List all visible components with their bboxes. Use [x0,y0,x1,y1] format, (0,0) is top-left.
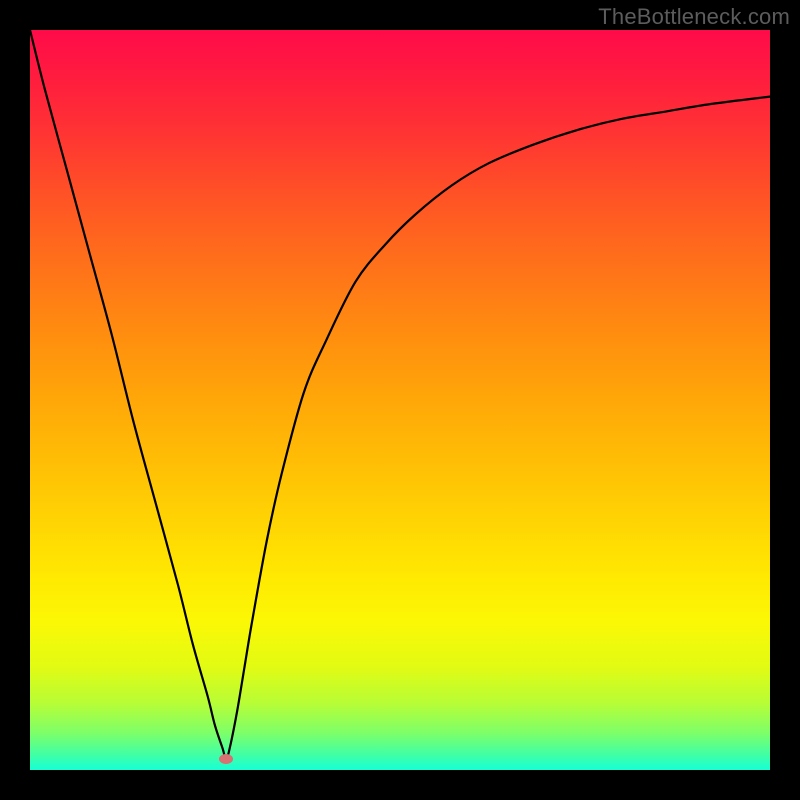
curve-svg [30,30,770,770]
watermark-text: TheBottleneck.com [598,4,790,30]
plot-area [30,30,770,770]
bottleneck-curve [30,30,770,759]
optimal-point-marker [219,754,233,764]
chart-frame: TheBottleneck.com [0,0,800,800]
